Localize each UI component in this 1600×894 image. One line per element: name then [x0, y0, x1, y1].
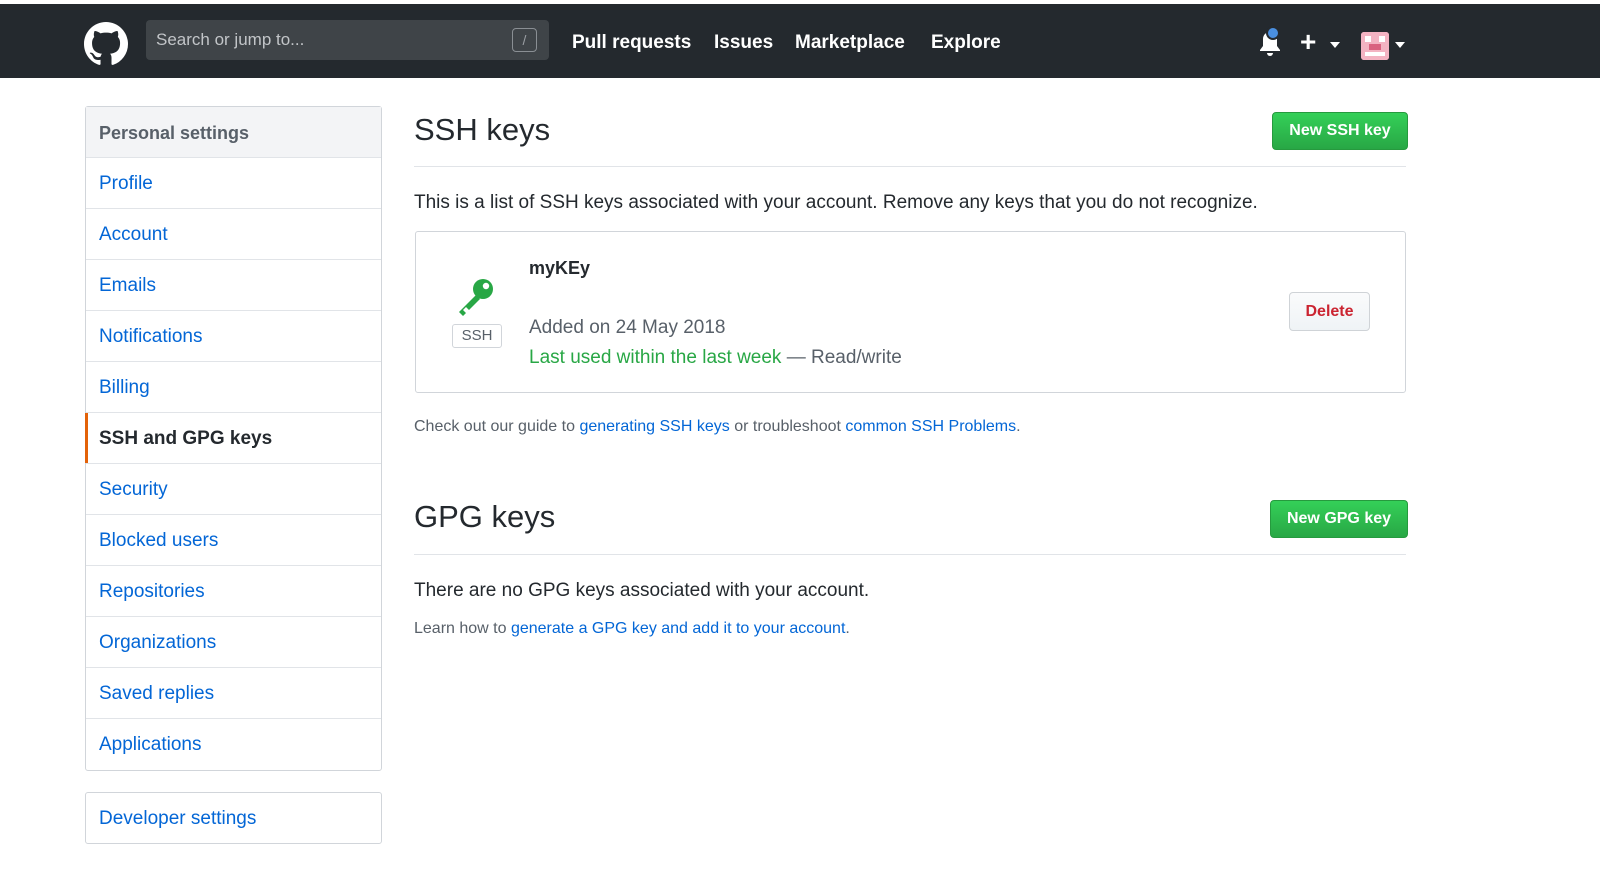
avatar[interactable]: [1361, 32, 1389, 60]
key-last-used: Last used within the last week: [529, 347, 782, 368]
sidebar-title: Personal settings: [86, 107, 381, 158]
sidebar-item-notifications[interactable]: Notifications: [86, 311, 381, 362]
sidebar-item-security[interactable]: Security: [86, 464, 381, 515]
nav-explore[interactable]: Explore: [931, 32, 1001, 54]
sidebar-item-organizations[interactable]: Organizations: [86, 617, 381, 668]
gpg-divider: [414, 554, 1406, 555]
nav-issues[interactable]: Issues: [714, 32, 773, 54]
common-ssh-problems-link[interactable]: common SSH Problems: [845, 418, 1016, 435]
ssh-keys-title: SSH keys: [414, 112, 551, 147]
sidebar-item-repositories[interactable]: Repositories: [86, 566, 381, 617]
new-gpg-key-button[interactable]: New GPG key: [1270, 500, 1408, 538]
key-added-date: Added on 24 May 2018: [529, 317, 726, 338]
plus-icon[interactable]: +: [1300, 26, 1316, 58]
generate-gpg-key-link[interactable]: generate a GPG key and add it to your ac…: [511, 620, 845, 637]
new-ssh-key-button[interactable]: New SSH key: [1272, 112, 1408, 150]
gpg-learn-text: Learn how to generate a GPG key and add …: [414, 620, 850, 638]
sidebar-item-applications[interactable]: Applications: [86, 719, 381, 770]
key-access: — Read/write: [781, 347, 902, 368]
gpg-learn-prefix: Learn how to: [414, 620, 511, 637]
ssh-guide-middle: or troubleshoot: [729, 418, 846, 435]
ssh-guide-text: Check out our guide to generating SSH ke…: [414, 418, 1021, 436]
ssh-description: This is a list of SSH keys associated wi…: [414, 192, 1258, 213]
search-shortcut-key: /: [512, 28, 537, 52]
sidebar-item-saved-replies[interactable]: Saved replies: [86, 668, 381, 719]
sidebar-item-ssh-gpg-keys[interactable]: SSH and GPG keys: [85, 413, 381, 464]
ssh-guide-prefix: Check out our guide to: [414, 418, 580, 435]
gpg-learn-suffix: .: [845, 620, 850, 637]
ssh-badge: SSH: [452, 324, 502, 348]
chevron-down-icon: [1395, 42, 1405, 48]
delete-key-button[interactable]: Delete: [1289, 292, 1370, 331]
global-header: Search or jump to... / Pull requests Iss…: [0, 4, 1600, 78]
settings-sidebar: Personal settings Profile Account Emails…: [85, 106, 382, 771]
avatar-identicon-icon: [1361, 32, 1389, 60]
generating-ssh-keys-link[interactable]: generating SSH keys: [579, 418, 729, 435]
chevron-down-icon: [1330, 42, 1340, 48]
key-name: myKEy: [529, 258, 591, 278]
notification-indicator: [1266, 26, 1280, 40]
developer-settings-link[interactable]: Developer settings: [85, 792, 382, 844]
search-input[interactable]: Search or jump to... /: [146, 20, 549, 60]
key-usage: Last used within the last week — Read/wr…: [529, 347, 902, 369]
nav-marketplace[interactable]: Marketplace: [795, 32, 905, 54]
gpg-keys-title: GPG keys: [414, 499, 556, 534]
sidebar-item-blocked-users[interactable]: Blocked users: [86, 515, 381, 566]
search-placeholder: Search or jump to...: [156, 30, 305, 49]
ssh-divider: [414, 166, 1406, 167]
nav-pull-requests[interactable]: Pull requests: [572, 32, 691, 54]
sidebar-item-billing[interactable]: Billing: [86, 362, 381, 413]
ssh-guide-suffix: .: [1016, 418, 1021, 435]
gpg-empty-text: There are no GPG keys associated with yo…: [414, 580, 870, 601]
ssh-key-item: SSH myKEy Added on 24 May 2018 Last used…: [415, 231, 1406, 393]
sidebar-item-profile[interactable]: Profile: [86, 158, 381, 209]
github-logo-icon[interactable]: [84, 22, 128, 66]
key-icon: [459, 279, 493, 316]
sidebar-item-emails[interactable]: Emails: [86, 260, 381, 311]
sidebar-item-account[interactable]: Account: [86, 209, 381, 260]
